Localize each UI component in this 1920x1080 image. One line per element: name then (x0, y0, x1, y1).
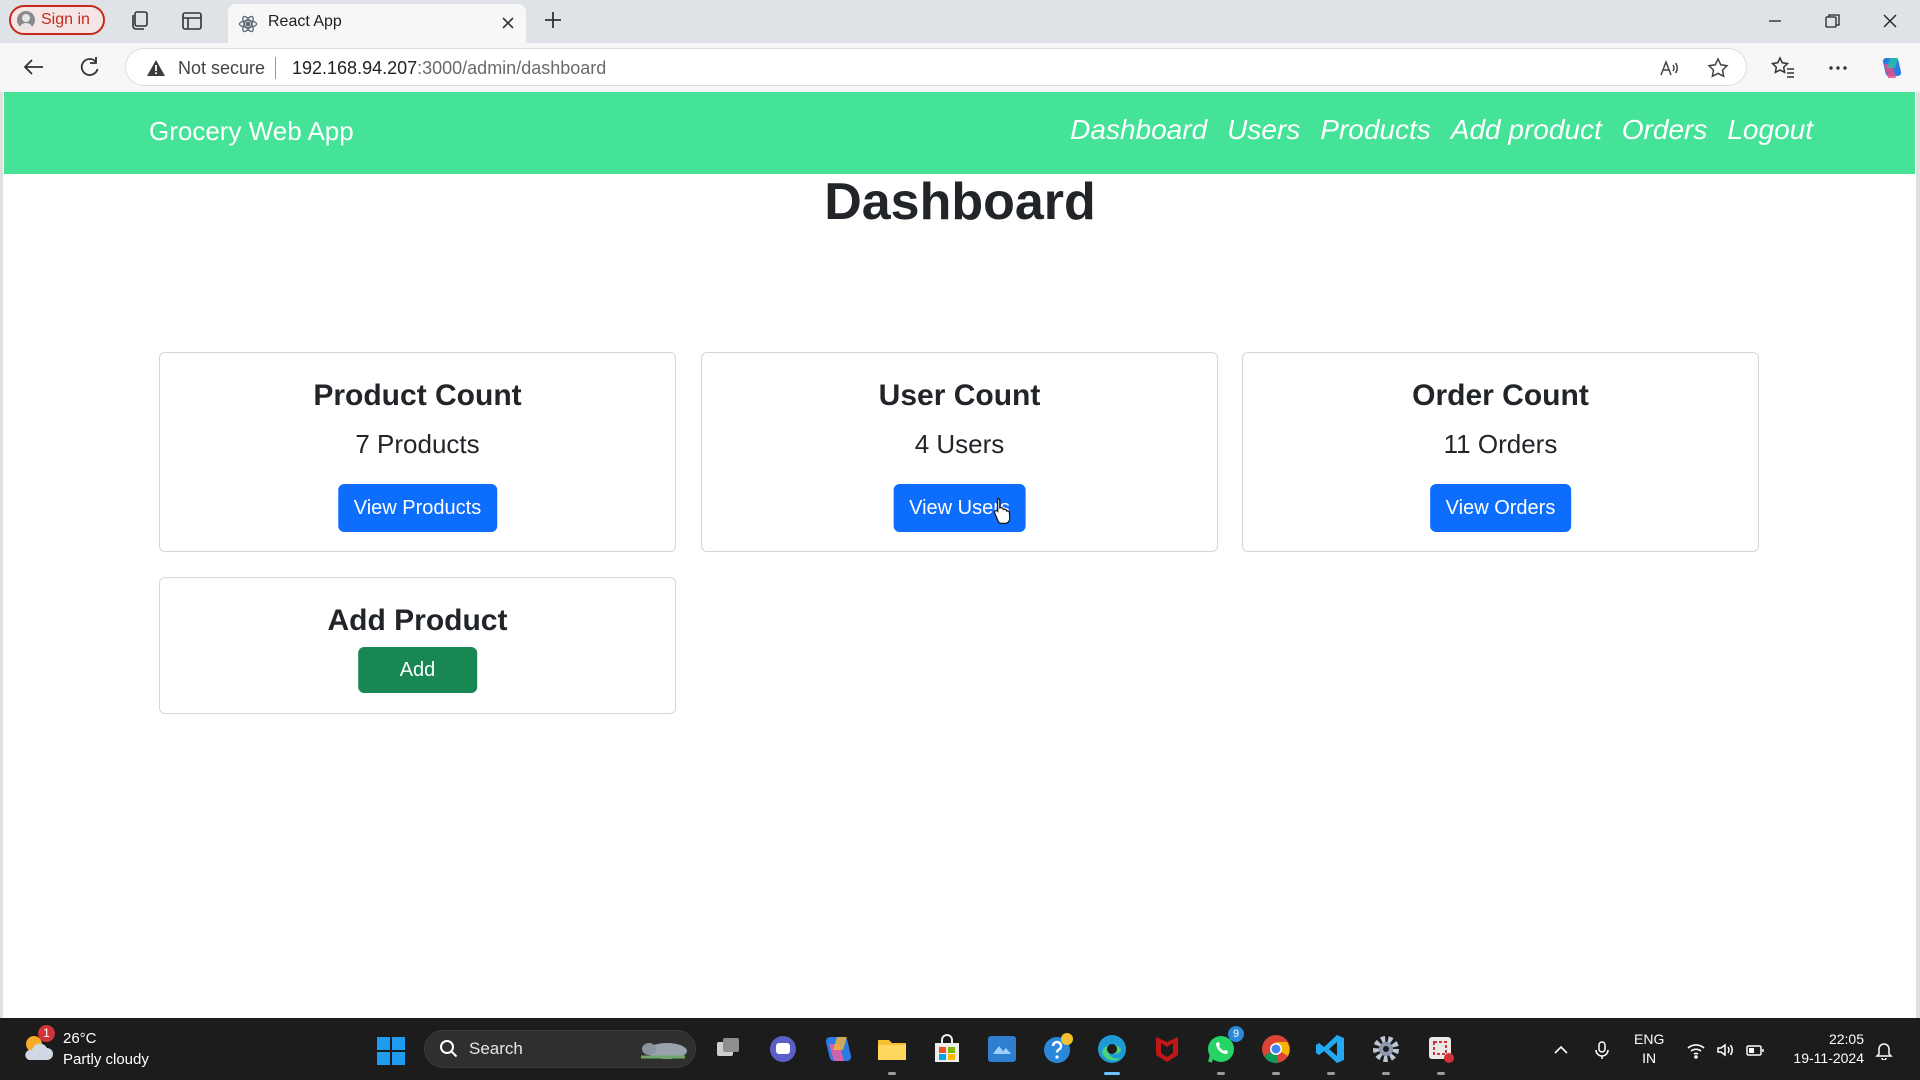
refresh-icon[interactable] (75, 53, 103, 81)
help-app-icon[interactable] (1040, 1032, 1074, 1066)
read-aloud-icon[interactable] (1658, 57, 1680, 79)
tab-close-icon[interactable] (498, 13, 518, 33)
clock-date: 19-11-2024 (1793, 1050, 1864, 1066)
brand-title[interactable]: Grocery Web App (149, 116, 354, 147)
nav-link-dashboard[interactable]: Dashboard (1070, 114, 1207, 146)
nav-link-logout[interactable]: Logout (1727, 114, 1813, 146)
vscode-icon[interactable] (1314, 1032, 1348, 1075)
card-count: 4 Users (914, 429, 1005, 459)
chrome-icon[interactable] (1259, 1032, 1293, 1075)
whatsapp-icon[interactable]: 9 (1204, 1026, 1244, 1075)
nav-link-add-product[interactable]: Add product (1451, 114, 1602, 146)
favorite-star-icon[interactable] (1707, 57, 1729, 79)
running-indicator (1272, 1072, 1280, 1075)
profile-label: Sign in (41, 11, 90, 28)
mcafee-icon[interactable] (1150, 1032, 1184, 1066)
search-highlight-icon (635, 1037, 691, 1063)
weather-alert-badge: 1 (38, 1025, 55, 1042)
search-icon (439, 1039, 459, 1059)
card-title: Add Product (327, 604, 508, 637)
input-language-indicator[interactable]: ENG IN (1634, 1030, 1664, 1068)
running-indicator (1437, 1072, 1445, 1075)
nav-link-products[interactable]: Products (1320, 114, 1431, 146)
whatsapp-unread-badge: 9 (1228, 1026, 1244, 1042)
add-product-button[interactable]: Add (357, 647, 478, 693)
close-window-icon[interactable] (1876, 8, 1904, 34)
user-count-card: User Count 4 Users View Users (701, 352, 1218, 552)
workspaces-icon[interactable] (128, 9, 152, 33)
address-bar[interactable]: Not secure 192.168.94.207:3000/admin/das… (125, 48, 1747, 86)
running-indicator (1217, 1072, 1225, 1075)
add-product-card: Add Product Add (159, 577, 676, 714)
minimize-icon[interactable] (1761, 8, 1789, 34)
view-orders-button[interactable]: View Orders (1429, 484, 1572, 532)
microphone-icon[interactable] (1592, 1040, 1612, 1060)
product-count-card: Product Count 7 Products View Products (159, 352, 676, 552)
url-separator (275, 57, 276, 79)
show-hidden-icons-chevron-icon[interactable] (1551, 1040, 1571, 1060)
mouse-pointer-icon (992, 497, 1012, 525)
card-title: User Count (878, 379, 1041, 412)
running-indicator (1382, 1072, 1390, 1075)
restore-icon[interactable] (1818, 8, 1846, 34)
app-navbar: Grocery Web App Dashboard Users Products… (4, 92, 1915, 174)
settings-gear-icon[interactable] (1369, 1032, 1403, 1075)
task-view-icon[interactable] (711, 1032, 745, 1066)
volume-icon[interactable] (1715, 1040, 1735, 1060)
file-explorer-icon[interactable] (875, 1032, 909, 1075)
windows-start-icon[interactable] (376, 1036, 406, 1066)
browser-toolbar: Not secure 192.168.94.207:3000/admin/das… (0, 43, 1920, 93)
favorites-icon[interactable] (1770, 55, 1796, 81)
windows-taskbar: 1 26°C Partly cloudy Search 9 ENG IN 22:… (0, 1018, 1920, 1080)
url-path: :3000/admin/dashboard (417, 58, 607, 78)
notification-bell-icon[interactable] (1874, 1040, 1894, 1060)
battery-icon[interactable] (1745, 1040, 1765, 1060)
browser-tab-strip: Sign in React App (0, 0, 1920, 43)
profile-sign-in-button[interactable]: Sign in (9, 5, 105, 35)
back-arrow-icon[interactable] (20, 53, 48, 81)
card-count: 11 Orders (1443, 429, 1558, 459)
nav-link-users[interactable]: Users (1227, 114, 1300, 146)
microsoft-store-icon[interactable] (930, 1032, 964, 1066)
running-indicator (888, 1072, 896, 1075)
nav-link-orders[interactable]: Orders (1622, 114, 1708, 146)
nav-links: Dashboard Users Products Add product Ord… (1070, 114, 1813, 146)
wifi-icon[interactable] (1686, 1040, 1706, 1060)
weather-temperature[interactable]: 26°C (63, 1030, 97, 1047)
page-title: Dashboard (824, 173, 1096, 231)
copilot-taskbar-icon[interactable] (821, 1032, 855, 1066)
warning-triangle-icon[interactable] (146, 58, 166, 78)
taskbar-search-box[interactable]: Search (424, 1030, 696, 1068)
card-title: Order Count (1412, 379, 1589, 412)
url-host: 192.168.94.207 (292, 58, 418, 78)
teams-chat-icon[interactable] (766, 1032, 800, 1066)
more-menu-icon[interactable] (1825, 55, 1851, 81)
react-logo-icon (238, 14, 258, 34)
security-label[interactable]: Not secure (178, 58, 265, 79)
profile-avatar-icon (17, 11, 35, 29)
vertical-tabs-icon[interactable] (180, 9, 204, 33)
view-products-button[interactable]: View Products (337, 484, 498, 532)
tab-title: React App (268, 13, 342, 30)
running-indicator (1327, 1072, 1335, 1075)
tab-react-app[interactable]: React App (228, 4, 526, 43)
clock-time: 22:05 (1828, 1031, 1864, 1047)
system-clock[interactable]: 22:05 19-11-2024 (1782, 1030, 1864, 1068)
search-placeholder: Search (469, 1039, 523, 1058)
order-count-card: Order Count 11 Orders View Orders (1242, 352, 1759, 552)
region-code: IN (1642, 1050, 1657, 1066)
new-tab-icon[interactable] (541, 8, 565, 32)
card-count: 7 Products (355, 429, 480, 459)
language-code: ENG (1634, 1031, 1665, 1047)
edge-browser-icon[interactable] (1095, 1032, 1129, 1075)
mylio-app-icon[interactable] (985, 1032, 1019, 1066)
url-text[interactable]: 192.168.94.207:3000/admin/dashboard (292, 58, 606, 79)
weather-description[interactable]: Partly cloudy (63, 1051, 149, 1068)
card-title: Product Count (313, 379, 522, 412)
snipping-tool-icon[interactable] (1424, 1032, 1458, 1075)
copilot-icon[interactable] (1878, 55, 1904, 81)
active-indicator (1104, 1072, 1120, 1075)
